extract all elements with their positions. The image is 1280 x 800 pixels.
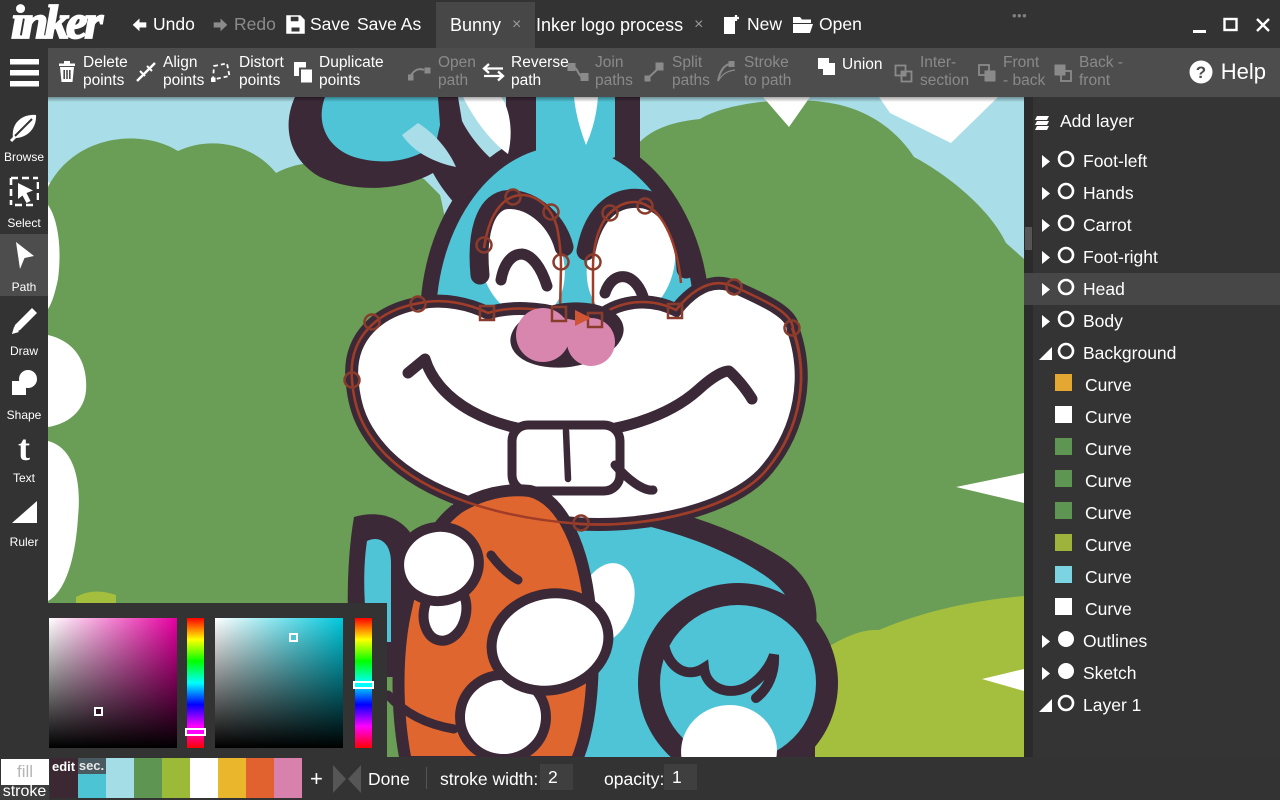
svg-text:inker: inker: [11, 2, 104, 46]
svg-text:?: ?: [1196, 63, 1206, 82]
svg-text:t: t: [18, 431, 30, 465]
